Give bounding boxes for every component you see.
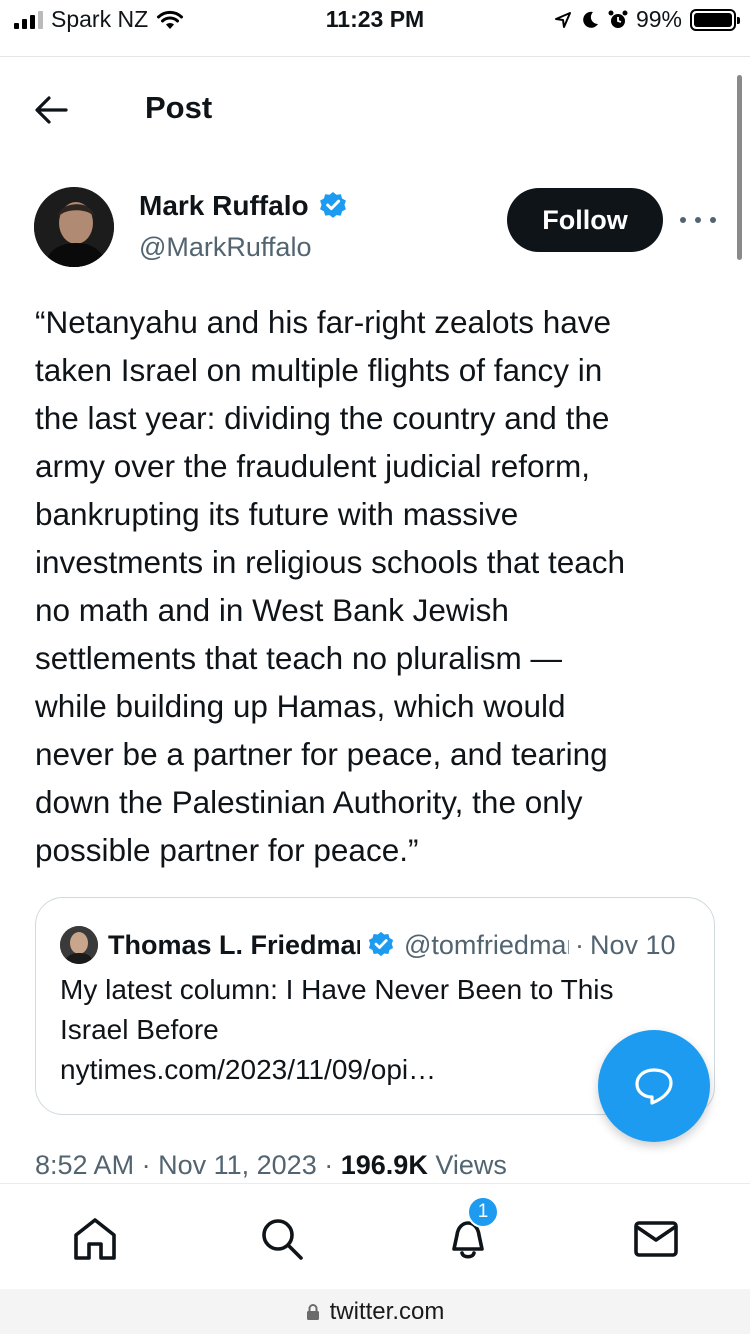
back-button[interactable] <box>32 92 72 128</box>
author-avatar[interactable] <box>34 187 114 267</box>
quoted-separator: · <box>575 929 584 960</box>
quoted-author-handle: @tomfriedman <box>404 929 569 960</box>
location-icon <box>554 11 571 28</box>
compose-message-button[interactable] <box>598 1030 710 1142</box>
follow-button[interactable]: Follow <box>507 188 663 252</box>
post-text: “Netanyahu and his far-right zealots hav… <box>35 304 626 868</box>
post-meta: 8:52 AM · Nov 11, 2023 · 196.9K Views <box>35 1150 507 1181</box>
quoted-post-header: Thomas L. Friedman @tomfriedman · Nov 10 <box>60 926 700 964</box>
avatar-image <box>34 187 114 267</box>
tab-home[interactable] <box>70 1214 120 1264</box>
quoted-author-name: Thomas L. Friedman <box>108 929 360 960</box>
search-icon <box>262 1219 303 1260</box>
battery-icon <box>690 8 740 31</box>
quoted-author-avatar <box>60 926 98 964</box>
post-time: 8:52 AM <box>35 1150 135 1180</box>
lock-icon <box>306 1303 319 1320</box>
moon-icon <box>583 11 598 28</box>
back-arrow-icon <box>35 96 68 124</box>
views-label: Views <box>435 1150 507 1180</box>
tab-messages[interactable] <box>631 1214 681 1264</box>
author-name[interactable]: Mark Ruffalo <box>139 190 309 222</box>
alarm-icon <box>608 10 628 28</box>
verified-badge-icon <box>319 192 346 218</box>
verified-badge-icon <box>368 931 394 957</box>
browser-url-bar[interactable]: twitter.com <box>0 1289 750 1334</box>
header: Post <box>0 78 750 142</box>
page-title: Post <box>145 90 213 125</box>
meta-separator: · <box>141 1150 151 1180</box>
tab-notifications[interactable]: 1 <box>443 1196 499 1264</box>
chat-bubble-icon <box>635 1068 673 1105</box>
battery-percent: 99% <box>635 6 682 32</box>
bottom-tab-bar: 1 <box>0 1183 750 1289</box>
author-name-row[interactable]: Mark Ruffalo <box>139 190 349 222</box>
status-bar: Spark NZ 11:23 PM 99% <box>0 0 750 40</box>
battery-level <box>694 12 732 27</box>
home-icon <box>74 1218 116 1260</box>
messages-icon <box>634 1221 678 1257</box>
notification-count-badge: 1 <box>467 1196 499 1228</box>
tab-search[interactable] <box>257 1214 307 1264</box>
quoted-date: Nov 10 <box>590 929 676 960</box>
quoted-post-link[interactable]: nytimes.com/2023/11/09/opi… <box>60 1050 436 1090</box>
quoted-post-text: My latest column: I Have Never Been to T… <box>60 974 614 1045</box>
author-handle[interactable]: @MarkRuffalo <box>139 232 311 263</box>
meta-separator: · <box>324 1150 334 1180</box>
divider <box>0 56 750 57</box>
views-count: 196.9K <box>340 1150 428 1180</box>
more-options-icon[interactable] <box>680 210 716 230</box>
status-right: 99% <box>554 6 740 33</box>
post-date: Nov 11, 2023 <box>158 1150 317 1180</box>
url-text: twitter.com <box>329 1297 445 1325</box>
